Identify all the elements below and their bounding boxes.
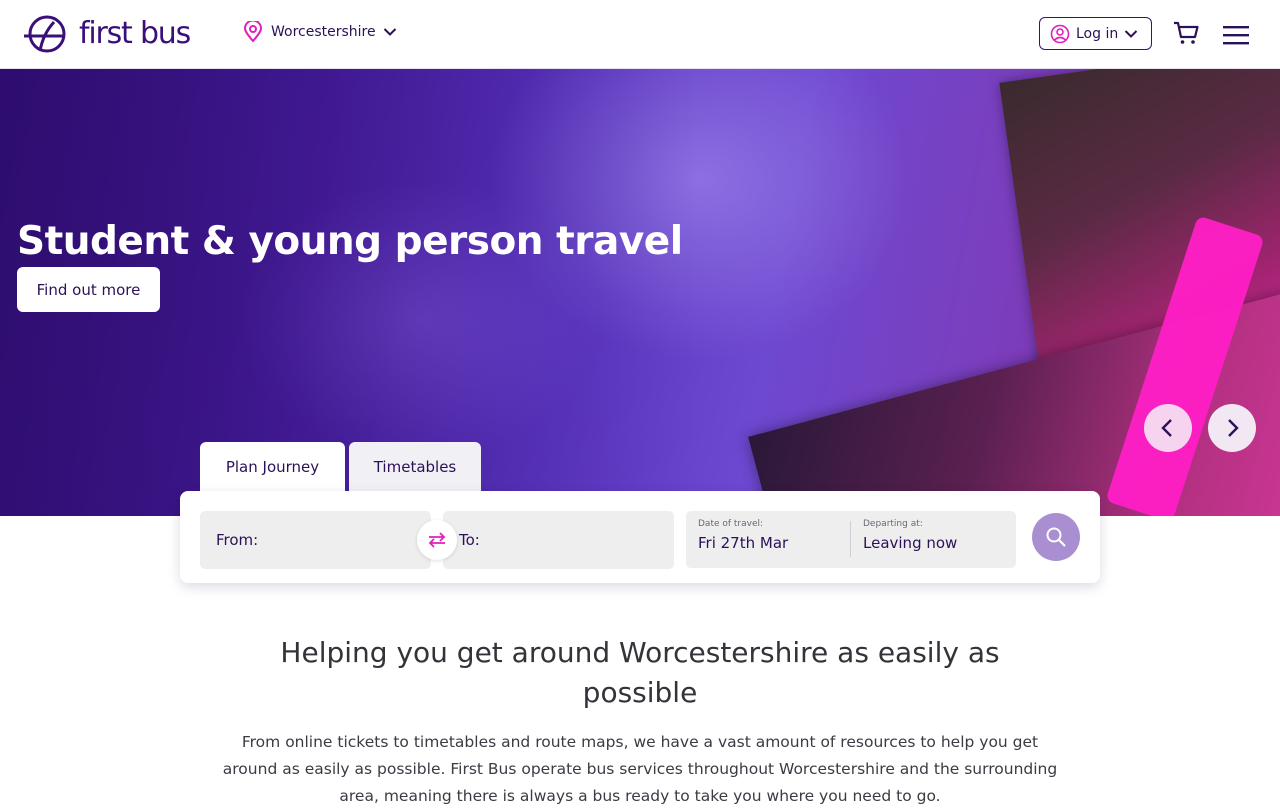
chevron-right-icon [1228, 419, 1239, 437]
login-button[interactable]: Log in [1039, 17, 1152, 50]
divider [850, 521, 851, 557]
chevron-down-icon [383, 28, 396, 36]
site-header: first bus Worcestershire Log in [0, 0, 1280, 69]
departing-at-value: Leaving now [863, 534, 958, 552]
date-time-selector[interactable]: Date of travel: Fri 27th Mar Departing a… [686, 511, 1016, 568]
find-out-more-button[interactable]: Find out more [17, 267, 160, 312]
login-label: Log in [1076, 25, 1119, 42]
journey-planner-panel: From: To: Date of travel: Fri 27th Mar D… [180, 491, 1100, 583]
to-label: To: [459, 531, 480, 549]
chevron-down-icon [1125, 29, 1138, 38]
region-selector[interactable]: Worcestershire [243, 21, 397, 43]
section-body-text: From online tickets to timetables and ro… [222, 733, 1058, 805]
carousel-prev-button[interactable] [1144, 404, 1192, 452]
hero-banner: Student & young person travel Find out m… [0, 69, 1280, 516]
first-bus-logo-icon [24, 15, 66, 53]
search-journey-button[interactable] [1032, 513, 1080, 561]
carousel-next-button[interactable] [1208, 404, 1256, 452]
section-heading: Helping you get around Worcestershire as… [280, 636, 1000, 709]
search-icon [1046, 527, 1066, 547]
date-of-travel[interactable]: Date of travel: Fri 27th Mar [698, 518, 788, 552]
to-field[interactable]: To: [443, 511, 674, 569]
region-label: Worcestershire [271, 24, 376, 40]
chevron-left-icon [1161, 419, 1172, 437]
first-bus-logo[interactable]: first bus [23, 14, 191, 54]
date-of-travel-label: Date of travel: [698, 519, 764, 529]
logo-text: first bus [79, 16, 191, 51]
user-icon [1050, 24, 1070, 43]
date-of-travel-value: Fri 27th Mar [698, 534, 789, 552]
cart-button[interactable] [1172, 20, 1200, 50]
tab-plan-journey[interactable]: Plan Journey [200, 442, 345, 492]
hamburger-menu-button[interactable] [1222, 24, 1250, 50]
from-field[interactable]: From: [200, 511, 431, 569]
hero-title: Student & young person travel [17, 219, 683, 264]
departing-at[interactable]: Departing at: Leaving now [863, 518, 957, 552]
swap-icon [428, 532, 446, 548]
swap-locations-button[interactable] [417, 520, 457, 560]
tab-timetables[interactable]: Timetables [349, 442, 481, 492]
from-label: From: [216, 531, 259, 549]
cart-icon [1174, 21, 1199, 44]
hamburger-menu-icon [1223, 26, 1249, 45]
location-pin-icon [243, 21, 263, 43]
departing-at-label: Departing at: [863, 519, 923, 529]
